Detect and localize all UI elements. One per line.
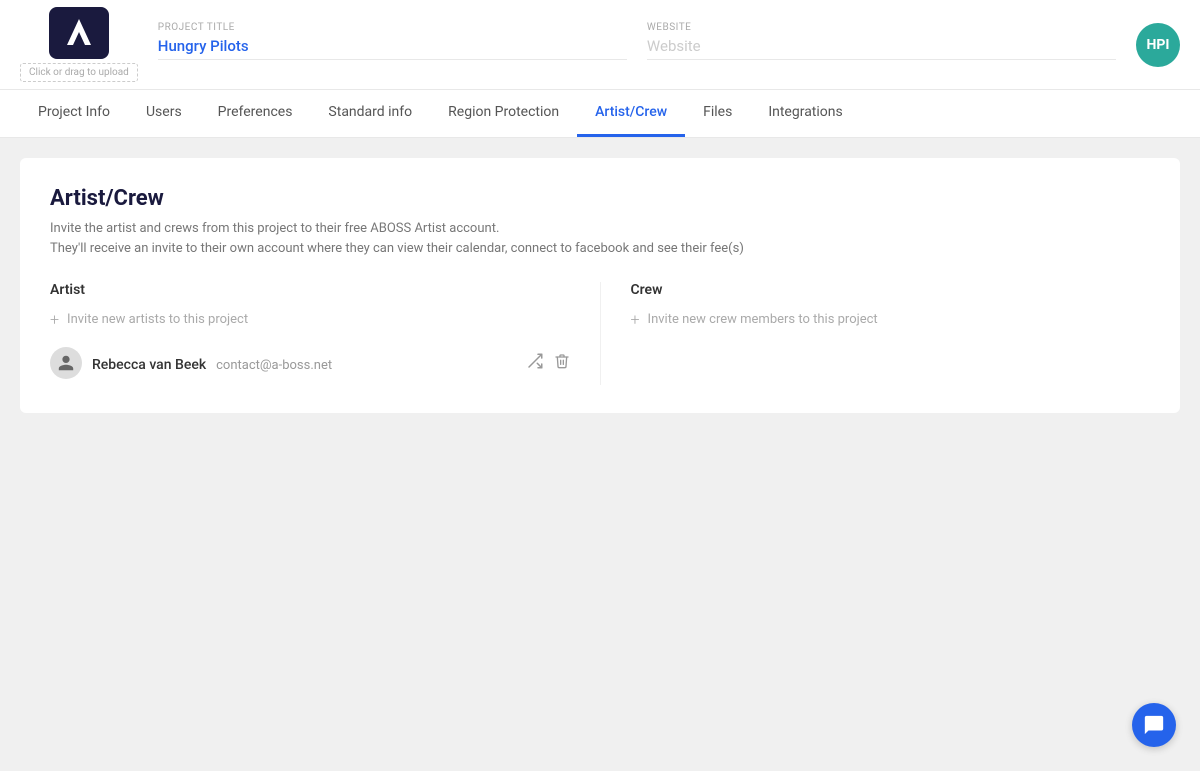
tab-standard-info[interactable]: Standard info [310, 90, 430, 137]
tab-preferences[interactable]: Preferences [200, 90, 311, 137]
project-title-field: PROJECT TITLE Hungry Pilots [158, 22, 627, 60]
two-col-layout: Artist + Invite new artists to this proj… [50, 282, 1150, 385]
crew-column: Crew + Invite new crew members to this p… [601, 282, 1151, 385]
artist-name-email: Rebecca van Beek contact@a-boss.net [92, 354, 332, 373]
website-label: WEBSITE [647, 22, 1116, 33]
tab-files[interactable]: Files [685, 90, 750, 137]
artist-item: Rebecca van Beek contact@a-boss.net [50, 341, 570, 385]
logo-area: Click or drag to upload [20, 7, 138, 82]
artist-avatar [50, 347, 82, 379]
tab-region-protection[interactable]: Region Protection [430, 90, 577, 137]
card-desc: Invite the artist and crews from this pr… [50, 219, 1150, 258]
delete-icon[interactable] [554, 352, 570, 374]
shuffle-icon[interactable] [526, 352, 544, 374]
artist-actions [526, 352, 570, 374]
invite-crew-label: Invite new crew members to this project [648, 312, 878, 327]
card-desc-line2: They'll receive an invite to their own a… [50, 241, 744, 256]
tab-users[interactable]: Users [128, 90, 200, 137]
artist-email: contact@a-boss.net [216, 358, 332, 373]
plus-icon: + [50, 310, 59, 329]
nav-tabs: Project Info Users Preferences Standard … [0, 90, 1200, 138]
project-fields: PROJECT TITLE Hungry Pilots WEBSITE Webs… [158, 22, 1116, 68]
plus-icon-crew: + [631, 310, 640, 329]
card-desc-line1: Invite the artist and crews from this pr… [50, 221, 499, 236]
tab-project-info[interactable]: Project Info [20, 90, 128, 137]
artist-crew-card: Artist/Crew Invite the artist and crews … [20, 158, 1180, 413]
invite-artist-row[interactable]: + Invite new artists to this project [50, 310, 570, 329]
chat-button[interactable] [1132, 703, 1176, 747]
website-input[interactable]: Website [647, 37, 1116, 60]
invite-crew-row[interactable]: + Invite new crew members to this projec… [631, 310, 1151, 329]
tab-integrations[interactable]: Integrations [750, 90, 860, 137]
tab-artist-crew[interactable]: Artist/Crew [577, 90, 685, 137]
artist-column: Artist + Invite new artists to this proj… [50, 282, 601, 385]
header: Click or drag to upload PROJECT TITLE Hu… [0, 0, 1200, 90]
card-title: Artist/Crew [50, 186, 1150, 211]
crew-section-title: Crew [631, 282, 1151, 298]
content-area: Artist/Crew Invite the artist and crews … [0, 138, 1200, 758]
project-title-value[interactable]: Hungry Pilots [158, 37, 627, 60]
upload-label[interactable]: Click or drag to upload [20, 63, 138, 82]
avatar: HPI [1136, 23, 1180, 67]
project-title-label: PROJECT TITLE [158, 22, 627, 33]
website-field: WEBSITE Website [647, 22, 1116, 60]
artist-section-title: Artist [50, 282, 570, 298]
logo-icon [49, 7, 109, 59]
artist-name: Rebecca van Beek [92, 357, 206, 373]
invite-artist-label: Invite new artists to this project [67, 312, 248, 327]
